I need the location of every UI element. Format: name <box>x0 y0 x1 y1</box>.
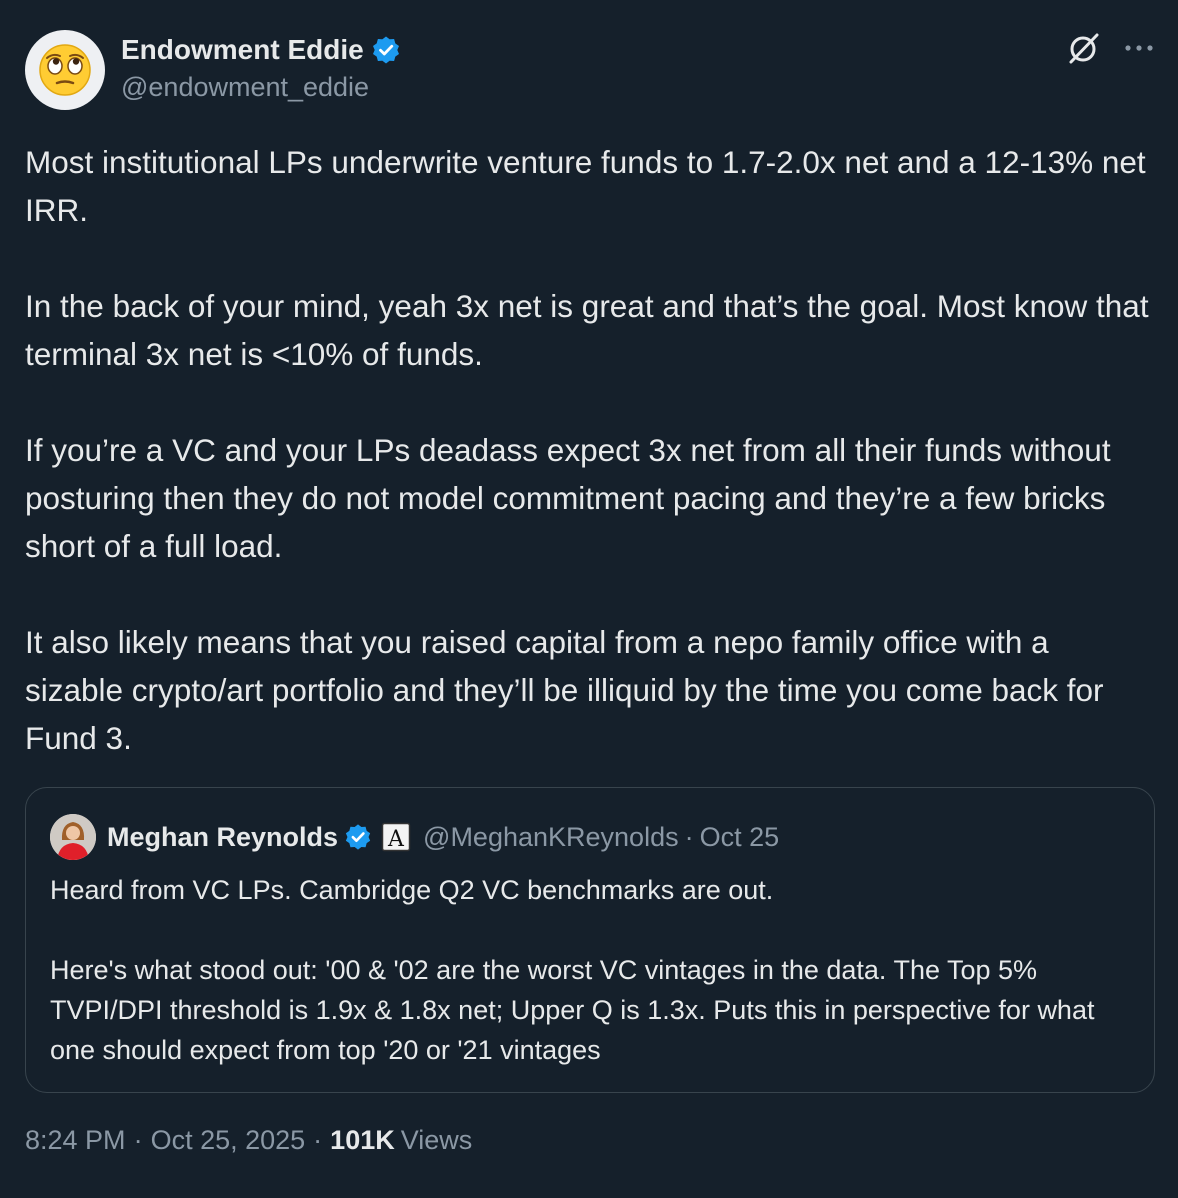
author-avatar[interactable] <box>25 30 105 110</box>
tweet-paragraph: In the back of your mind, yeah 3x net is… <box>25 288 1149 372</box>
tweet-meta: 8:24 PM · Oct 25, 2025 · 101K Views <box>25 1125 472 1156</box>
grok-icon[interactable] <box>1066 30 1102 66</box>
tweet-actions <box>1066 30 1154 66</box>
quoted-tweet-date[interactable]: Oct 25 <box>700 822 780 853</box>
quoted-author-avatar[interactable] <box>50 814 96 860</box>
verified-badge-icon[interactable] <box>344 823 372 851</box>
tweet-paragraph: If you’re a VC and your LPs deadass expe… <box>25 432 1111 564</box>
tweet-paragraph: It also likely means that you raised cap… <box>25 624 1104 756</box>
quoted-tweet-header: Meghan Reynolds A @MeghanKReynolds · Oct… <box>50 814 779 860</box>
quoted-author-name[interactable]: Meghan Reynolds <box>107 822 338 853</box>
more-icon[interactable] <box>1124 43 1154 53</box>
quoted-author-handle[interactable]: @MeghanKReynolds <box>423 822 679 853</box>
author-name-row: Endowment Eddie <box>121 30 401 70</box>
person-photo-icon <box>50 814 96 860</box>
separator-dot: · <box>133 1125 143 1155</box>
quoted-paragraph: Here's what stood out: '00 & '02 are the… <box>50 955 1095 1065</box>
author-display-name[interactable]: Endowment Eddie <box>121 34 364 66</box>
views-label: Views <box>400 1125 473 1155</box>
author-info: Endowment Eddie @endowment_eddie <box>121 30 401 103</box>
affiliation-badge-letter: A <box>387 827 405 852</box>
separator-dot: · <box>684 821 694 852</box>
separator-dot: · <box>313 1125 323 1155</box>
views-count: 101K <box>330 1125 395 1155</box>
verified-badge-icon[interactable] <box>371 35 401 65</box>
author-handle[interactable]: @endowment_eddie <box>121 72 401 103</box>
tweet-date[interactable]: Oct 25, 2025 <box>151 1125 306 1156</box>
quoted-tweet-text: Heard from VC LPs. Cambridge Q2 VC bench… <box>50 870 1130 1070</box>
quoted-paragraph: Heard from VC LPs. Cambridge Q2 VC bench… <box>50 875 774 905</box>
tweet: Endowment Eddie @endowment_eddie Most in… <box>0 0 1178 1198</box>
tweet-paragraph: Most institutional LPs underwrite ventur… <box>25 144 1146 228</box>
tweet-time[interactable]: 8:24 PM <box>25 1125 126 1156</box>
face-with-rolling-eyes-icon <box>39 44 91 96</box>
affiliation-badge-icon[interactable]: A <box>381 822 411 852</box>
quoted-tweet-card[interactable]: Meghan Reynolds A @MeghanKReynolds · Oct… <box>25 787 1155 1093</box>
tweet-text: Most institutional LPs underwrite ventur… <box>25 138 1155 762</box>
